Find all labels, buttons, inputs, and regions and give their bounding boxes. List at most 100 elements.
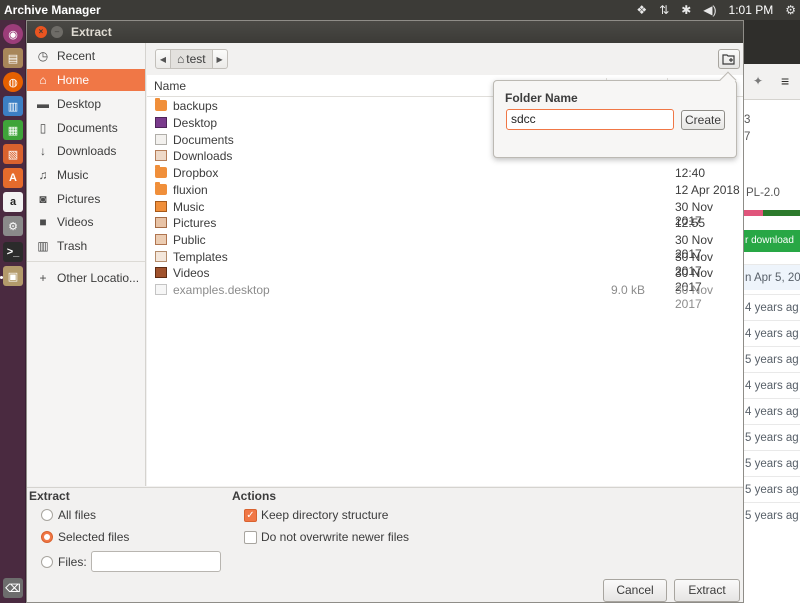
selected-files-label[interactable]: Selected files	[58, 530, 129, 544]
places-sidebar: ◷ Recent ⌂ Home ▬ Desktop ▯ Documents ↓ …	[27, 43, 146, 486]
sidebar-item-label: Recent	[57, 49, 96, 63]
writer-icon[interactable]: ▥	[3, 96, 23, 116]
desktop-folder-icon	[155, 117, 167, 128]
file-date: 12:55	[675, 216, 706, 230]
background-language-bar	[743, 210, 763, 216]
no-overwrite-label[interactable]: Do not overwrite newer files	[261, 530, 409, 544]
create-button[interactable]: Create	[681, 110, 725, 130]
sidebar-item-label: Pictures	[57, 192, 101, 206]
sidebar-item-videos[interactable]: ■ Videos	[27, 211, 145, 233]
file-name: examples.desktop	[173, 283, 270, 297]
keep-structure-label[interactable]: Keep directory structure	[261, 508, 388, 522]
file-row[interactable]: examples.desktop 9.0 kB 30 Nov 2017	[147, 282, 743, 311]
background-text: 3	[744, 114, 751, 126]
background-language-bar	[763, 210, 800, 216]
dialog-title: Extract	[71, 25, 112, 39]
impress-icon[interactable]: ▧	[3, 144, 23, 164]
trash-icon: ▥	[37, 239, 49, 253]
desktop-folder-icon: ▬	[37, 97, 49, 111]
column-header-name[interactable]: Name	[147, 79, 186, 93]
sidebar-item-trash[interactable]: ▥ Trash	[27, 235, 145, 257]
file-name: fluxion	[173, 183, 208, 197]
amazon-icon[interactable]: a	[3, 192, 23, 212]
sidebar-item-documents[interactable]: ▯ Documents	[27, 117, 145, 139]
create-folder-button[interactable]	[718, 49, 740, 69]
dropbox-icon[interactable]: ❖	[636, 0, 647, 20]
terminal-icon[interactable]: >_	[3, 242, 23, 262]
all-files-label[interactable]: All files	[58, 508, 96, 522]
file-icon	[155, 284, 167, 295]
background-toolbar-icon: ✦	[753, 74, 764, 88]
files-pattern-input[interactable]	[91, 551, 221, 572]
background-window-header	[743, 20, 800, 64]
home-icon: ⌂	[39, 73, 47, 87]
firefox-icon[interactable]: ◍	[3, 72, 23, 92]
network-icon[interactable]: ⇅	[659, 0, 669, 20]
minimize-icon[interactable]: –	[51, 26, 63, 38]
sidebar-item-label: Music	[57, 168, 89, 182]
system-settings-icon[interactable]: ⚙	[3, 216, 23, 236]
settings-gear-icon[interactable]: ⚙	[785, 0, 796, 20]
file-date: 30 Nov 2017	[675, 283, 714, 311]
file-name: Downloads	[173, 149, 233, 163]
close-icon[interactable]: ×	[35, 26, 47, 38]
file-row[interactable]: Dropbox 12:40	[147, 165, 743, 182]
public-folder-icon	[155, 234, 167, 245]
selected-files-radio[interactable]	[41, 531, 53, 543]
software-center-icon[interactable]: A	[3, 168, 23, 188]
path-crumb-current[interactable]: ⌂ test	[171, 49, 212, 69]
sidebar-item-desktop[interactable]: ▬ Desktop	[27, 93, 145, 115]
path-bar: ◀ ⌂ test ▶	[155, 49, 228, 69]
extract-button[interactable]: Extract	[674, 579, 740, 602]
file-row[interactable]: Pictures 12:55	[147, 215, 743, 232]
no-overwrite-checkbox[interactable]	[244, 531, 257, 544]
trash-launcher-icon[interactable]: ⌫	[3, 578, 23, 598]
cancel-button[interactable]: Cancel	[603, 579, 667, 602]
calc-icon[interactable]: ▦	[3, 120, 23, 140]
file-row[interactable]: Music 30 Nov 2017	[147, 199, 743, 228]
file-row[interactable]: Videos 30 Nov 2017	[147, 265, 743, 294]
background-commit-row: n Apr 5, 201	[743, 264, 800, 290]
launcher: ◉ ▤ ◍ ▥ ▦ ▧ A a ⚙ >_ ▣ ⌫	[0, 20, 26, 603]
path-crumb-label: test	[186, 52, 206, 66]
path-back-icon[interactable]: ◀	[155, 49, 171, 69]
plus-icon: +	[39, 271, 47, 285]
sidebar-item-music[interactable]: ♫ Music	[27, 164, 145, 186]
clock[interactable]: 1:01 PM	[729, 3, 774, 17]
sidebar-item-home[interactable]: ⌂ Home	[27, 69, 145, 91]
file-row[interactable]: fluxion 12 Apr 2018	[147, 182, 743, 199]
documents-folder-icon	[155, 134, 167, 145]
system-tray: ❖ ⇅ ✱ ◀) 1:01 PM ⚙	[636, 0, 800, 20]
sidebar-item-downloads[interactable]: ↓ Downloads	[27, 140, 145, 162]
background-window-toolbar: ✦ ≡	[743, 64, 800, 100]
extract-dialog: × – Extract ◷ Recent ⌂ Home ▬ Desktop ▯ …	[26, 20, 744, 603]
app-menu-title[interactable]: Archive Manager	[0, 3, 101, 17]
bluetooth-icon[interactable]: ✱	[681, 0, 691, 20]
sidebar-item-recent[interactable]: ◷ Recent	[27, 45, 145, 67]
path-forward-icon[interactable]: ▶	[211, 49, 228, 69]
templates-folder-icon	[155, 251, 167, 262]
file-name: Documents	[173, 133, 234, 147]
sidebar-divider	[27, 261, 145, 262]
volume-icon[interactable]: ◀)	[703, 0, 716, 20]
archive-manager-icon[interactable]: ▣	[3, 266, 23, 286]
all-files-radio[interactable]	[41, 509, 53, 521]
camera-icon: ◙	[39, 192, 47, 206]
file-row[interactable]: Templates 30 Nov 2017	[147, 249, 743, 278]
background-file-row: 5 years ag	[743, 450, 800, 476]
files-app-icon[interactable]: ▤	[3, 48, 23, 68]
sidebar-item-label: Downloads	[57, 144, 117, 158]
music-icon: ♫	[38, 168, 48, 182]
folder-icon	[155, 98, 167, 111]
keep-structure-checkbox[interactable]: ✓	[244, 509, 257, 522]
file-name: Videos	[173, 266, 210, 280]
dash-home-icon[interactable]: ◉	[3, 24, 23, 44]
dialog-titlebar[interactable]: × – Extract	[27, 21, 743, 43]
sidebar-item-pictures[interactable]: ◙ Pictures	[27, 188, 145, 210]
folder-name-input[interactable]: sdcc	[506, 109, 674, 130]
downloads-folder-icon	[155, 150, 167, 161]
files-label[interactable]: Files:	[58, 555, 87, 569]
file-row[interactable]: Public 30 Nov 2017	[147, 232, 743, 261]
files-radio[interactable]	[41, 556, 53, 568]
sidebar-item-other-locations[interactable]: + Other Locatio...	[27, 267, 145, 289]
